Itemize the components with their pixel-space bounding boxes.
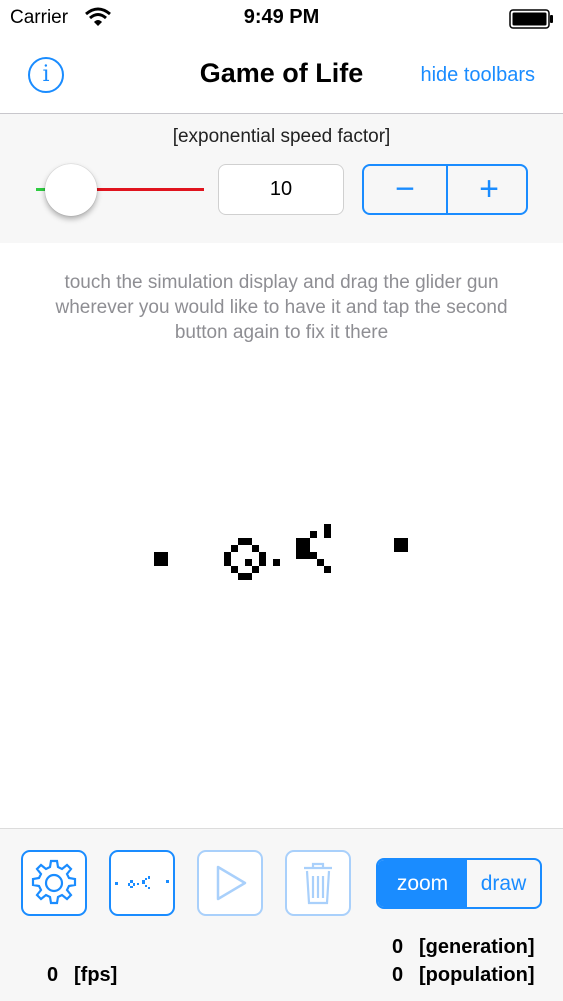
speed-slider-thumb[interactable] xyxy=(45,164,97,216)
status-time: 9:49 PM xyxy=(243,6,320,28)
bottom-toolbar: zoom draw 0 [generation] 0 [fps] 0 [popu… xyxy=(0,828,563,1001)
settings-button[interactable] xyxy=(21,850,87,916)
glider-gun-icon xyxy=(115,876,169,889)
settings-gear-icon xyxy=(31,859,77,905)
segment-draw[interactable]: draw xyxy=(467,860,540,907)
population-value: 0 xyxy=(392,964,404,986)
trash-icon xyxy=(304,862,332,905)
generation-value: 0 xyxy=(392,936,404,958)
increment-button[interactable]: + xyxy=(448,166,530,213)
status-bar: Carrier 9:49 PM xyxy=(0,0,563,38)
instruction-hint: touch the simulation display and drag th… xyxy=(55,272,508,343)
segment-zoom[interactable]: zoom xyxy=(378,860,467,907)
play-icon xyxy=(216,865,247,901)
speed-toolbar: [exponential speed factor] 10 − + xyxy=(0,114,563,243)
fps-label: [fps] xyxy=(74,964,118,986)
speed-factor-label: [exponential speed factor] xyxy=(172,126,391,147)
simulation-display[interactable] xyxy=(0,350,563,828)
speed-stepper[interactable]: − + xyxy=(362,164,528,215)
speed-value-field[interactable]: 10 xyxy=(218,164,344,215)
clear-button[interactable] xyxy=(285,850,351,916)
navigation-bar: i Game of Life hide toolbars xyxy=(0,38,563,114)
play-button[interactable] xyxy=(197,850,263,916)
zoom-draw-segmented-control[interactable]: zoom draw xyxy=(376,858,542,909)
glider-gun-pattern xyxy=(154,524,408,580)
battery-icon xyxy=(509,9,553,29)
generation-label: [generation] xyxy=(419,936,535,958)
glider-gun-button[interactable] xyxy=(109,850,175,916)
hide-toolbars-button[interactable]: hide toolbars xyxy=(420,64,535,87)
decrement-button[interactable]: − xyxy=(364,166,446,213)
population-label: [population] xyxy=(419,964,535,986)
fps-value: 0 xyxy=(47,964,59,986)
